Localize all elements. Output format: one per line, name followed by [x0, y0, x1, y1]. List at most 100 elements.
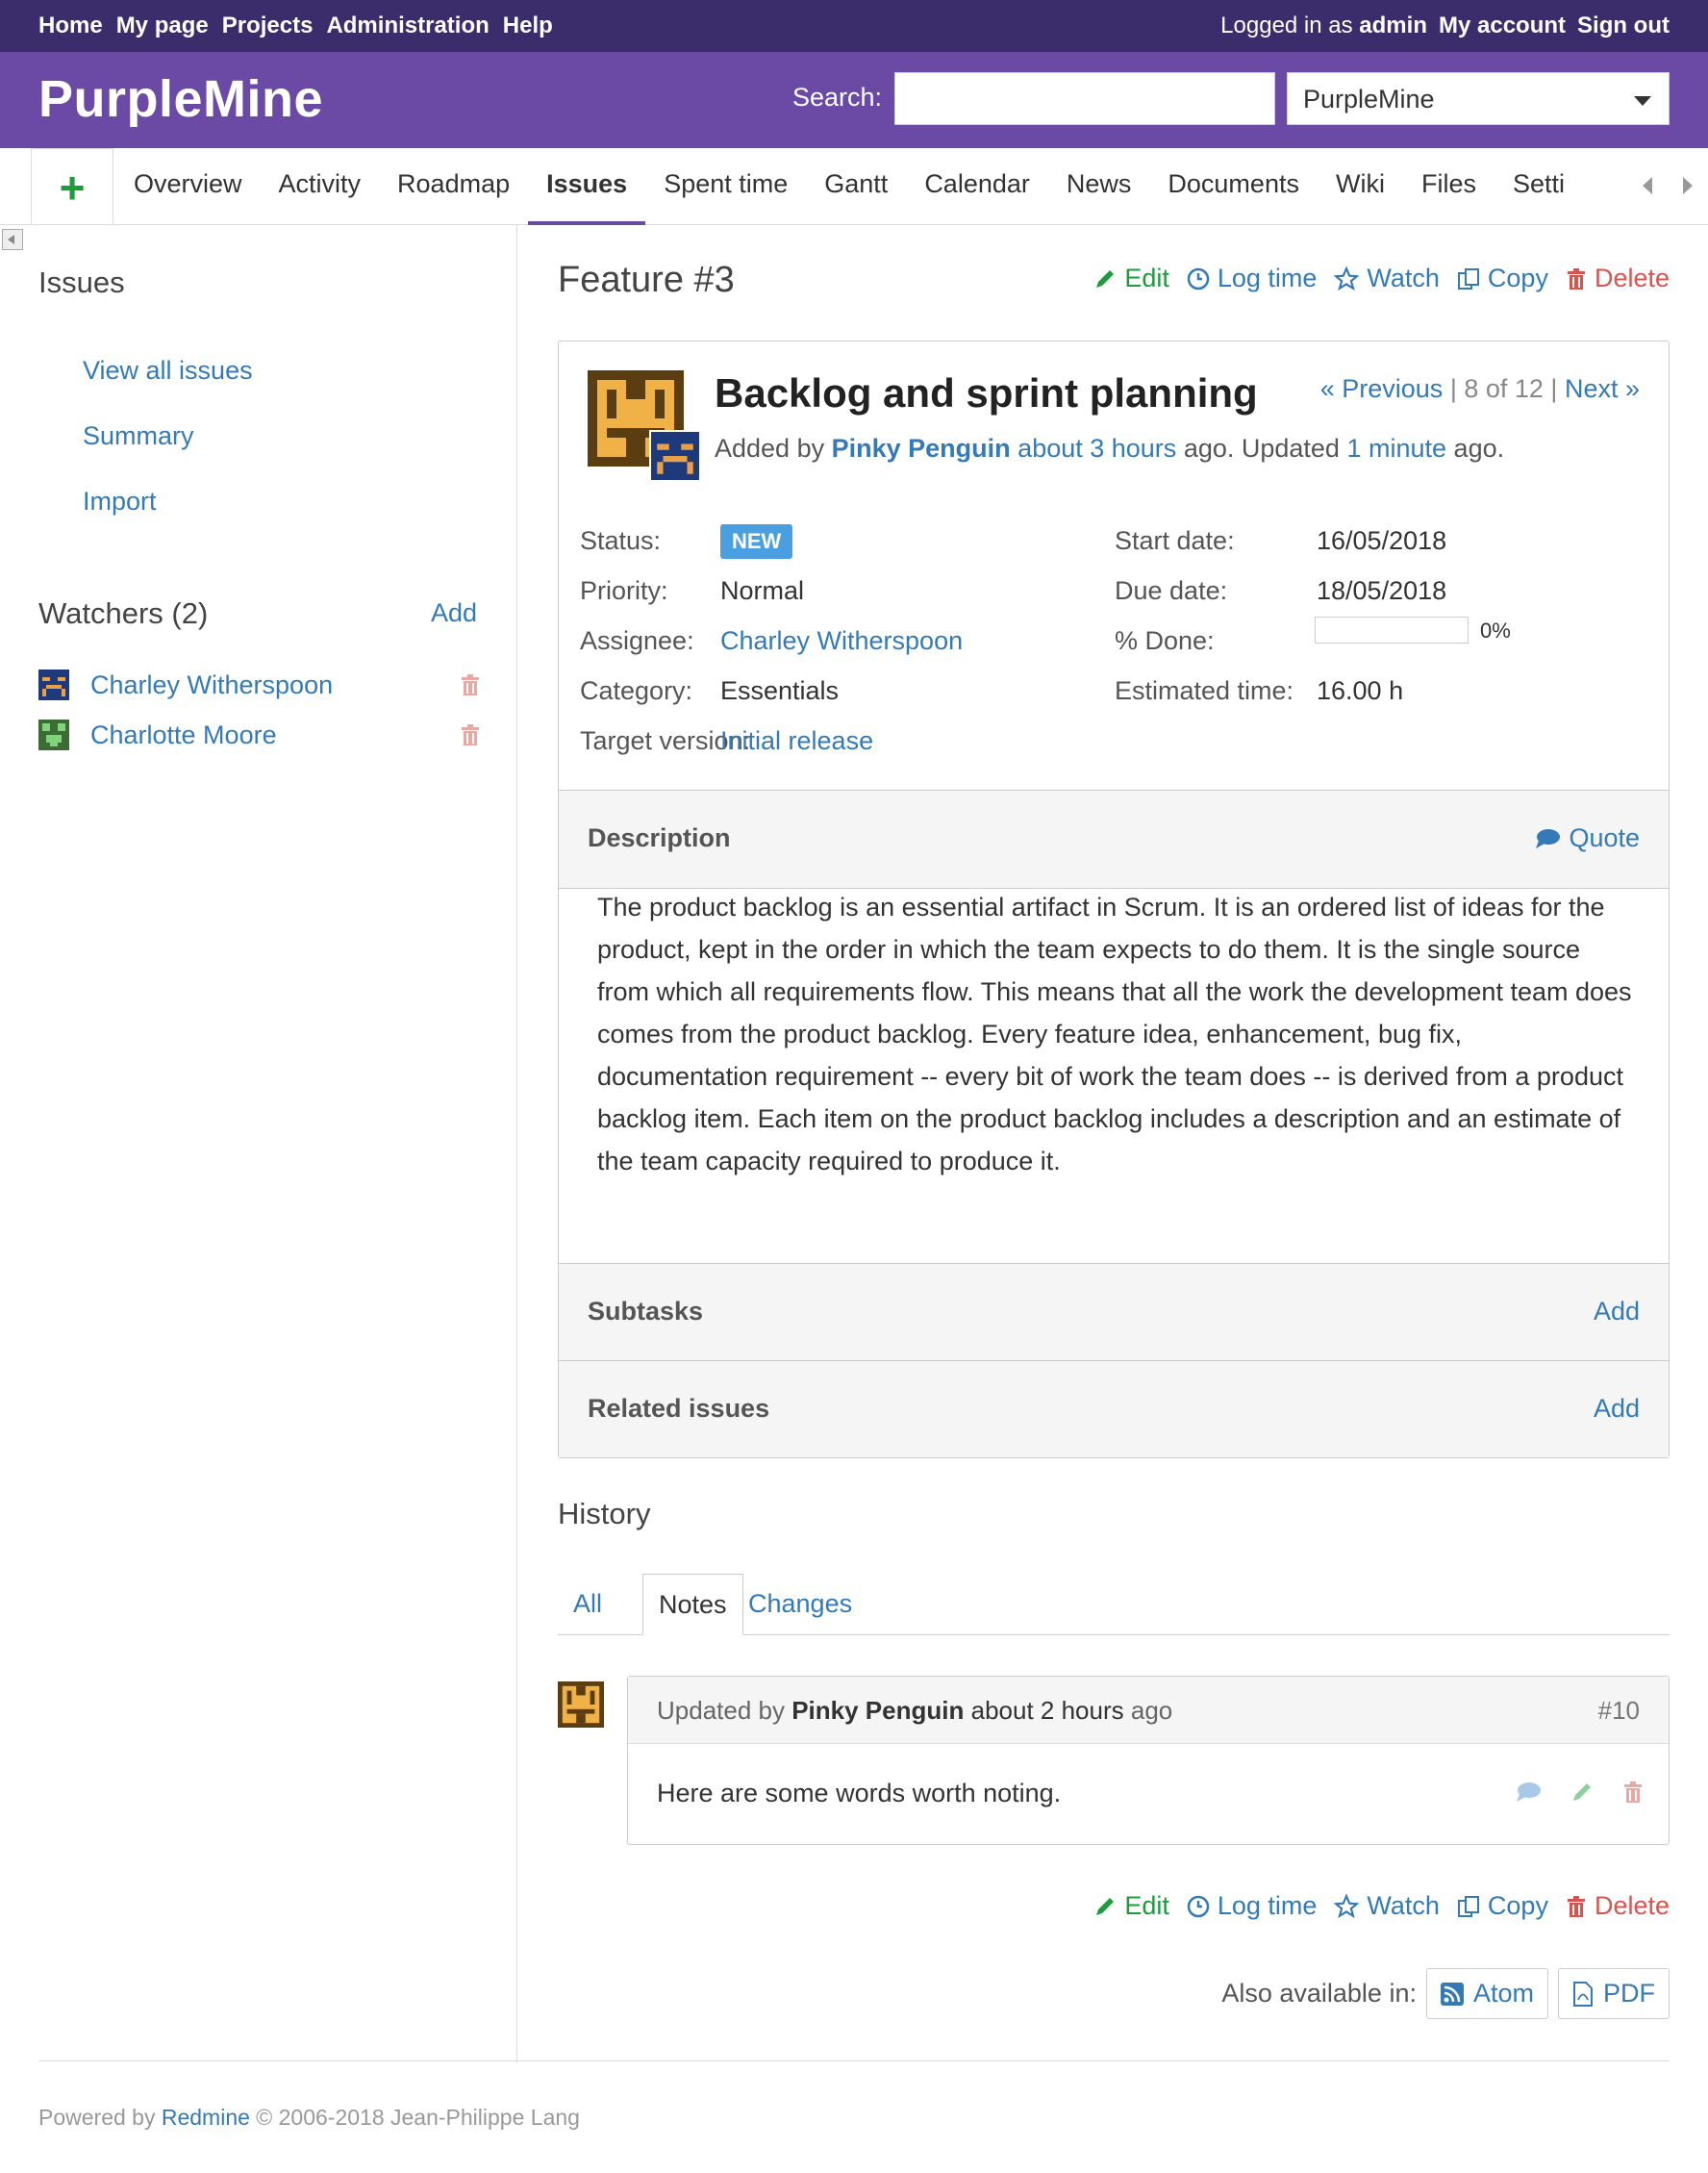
copy-button[interactable]: Copy: [1457, 264, 1548, 293]
tab-files[interactable]: Files: [1403, 148, 1494, 225]
project-tabs: Overview Activity Roadmap Issues Spent t…: [115, 148, 1635, 225]
pdf-file-icon: [1573, 1981, 1593, 2007]
redmine-link[interactable]: Redmine: [162, 2105, 250, 2130]
chevron-down-icon: [1634, 96, 1651, 106]
watch-button[interactable]: Watch: [1334, 1891, 1440, 1921]
journal-number-link[interactable]: #10: [1598, 1696, 1640, 1726]
top-link-projects[interactable]: Projects: [222, 13, 314, 39]
also-available: Also available in: Atom PDF: [1221, 1968, 1670, 2019]
watcher-name[interactable]: Charley Witherspoon: [90, 670, 333, 700]
next-link[interactable]: Next »: [1565, 374, 1640, 403]
top-link-home[interactable]: Home: [38, 13, 103, 39]
issue-actions-top: Edit Log time Watch Copy Delete: [1093, 264, 1670, 293]
logged-in-user[interactable]: admin: [1359, 13, 1427, 38]
tab-calendar[interactable]: Calendar: [906, 148, 1048, 225]
tab-gantt[interactable]: Gantt: [806, 148, 906, 225]
tab-all[interactable]: All: [558, 1574, 617, 1635]
copy-button[interactable]: Copy: [1457, 1891, 1548, 1921]
tab-activity[interactable]: Activity: [261, 148, 380, 225]
watchers-heading: Watchers (2): [38, 596, 209, 630]
category-label: Category:: [580, 676, 693, 705]
trash-icon[interactable]: [1622, 1781, 1644, 1804]
progress-bar: [1315, 617, 1469, 644]
journal-entry: Updated by Pinky Penguin about 2 hours a…: [627, 1676, 1670, 1845]
top-menu-left: Home My page Projects Administration Hel…: [38, 13, 553, 39]
edit-button[interactable]: Edit: [1093, 1891, 1169, 1921]
scroll-left-icon[interactable]: [1643, 177, 1652, 194]
delete-button[interactable]: Delete: [1566, 1891, 1670, 1921]
trash-icon[interactable]: [460, 723, 481, 753]
pdf-button[interactable]: PDF: [1558, 1968, 1670, 2019]
view-all-issues-link[interactable]: View all issues: [83, 356, 253, 386]
sign-out-link[interactable]: Sign out: [1577, 13, 1670, 39]
tab-issues[interactable]: Issues: [528, 148, 646, 225]
scroll-right-icon[interactable]: [1683, 177, 1693, 194]
journal-actions: [1515, 1781, 1644, 1804]
tab-documents[interactable]: Documents: [1149, 148, 1318, 225]
watcher-name[interactable]: Charlotte Moore: [90, 720, 277, 750]
updated-time-link[interactable]: 1 minute: [1346, 434, 1446, 463]
description-title: Description: [588, 823, 731, 852]
subtasks-title: Subtasks: [588, 1297, 704, 1326]
log-time-button[interactable]: Log time: [1187, 264, 1317, 293]
history-tabs: All Notes Changes: [558, 1574, 1670, 1635]
top-link-my-page[interactable]: My page: [116, 13, 209, 39]
summary-link[interactable]: Summary: [83, 421, 194, 451]
log-time-button[interactable]: Log time: [1187, 1891, 1317, 1921]
journal-author-link[interactable]: Pinky Penguin: [791, 1696, 964, 1725]
assignee-label: Assignee:: [580, 626, 694, 655]
pencil-icon: [1096, 269, 1115, 288]
project-title[interactable]: PurpleMine: [38, 69, 323, 129]
watch-button[interactable]: Watch: [1334, 264, 1440, 293]
account-menu: Logged in as admin My account Sign out: [1220, 13, 1670, 39]
author-link[interactable]: Pinky Penguin: [832, 434, 1011, 463]
issue-actions-bottom: Edit Log time Watch Copy Delete: [1093, 1891, 1670, 1921]
tab-spent-time[interactable]: Spent time: [645, 148, 806, 225]
priority-label: Priority:: [580, 576, 668, 605]
tab-overview[interactable]: Overview: [115, 148, 261, 225]
sidebar-issues-heading: Issues: [38, 265, 125, 299]
pencil-icon: [1096, 1897, 1115, 1915]
import-link[interactable]: Import: [83, 487, 157, 517]
add-watcher-link[interactable]: Add: [431, 598, 477, 628]
add-subtask-link[interactable]: Add: [1594, 1297, 1640, 1327]
description-header: Description Quote: [559, 790, 1669, 888]
tab-wiki[interactable]: Wiki: [1318, 148, 1403, 225]
footer: Powered by Redmine © 2006-2018 Jean-Phil…: [38, 2105, 580, 2130]
project-jump-select[interactable]: PurpleMine: [1287, 72, 1670, 125]
clock-icon: [1187, 1895, 1210, 1917]
related-issues-header: Related issues Add: [559, 1360, 1669, 1457]
start-date-label: Start date:: [1115, 526, 1235, 555]
edit-button[interactable]: Edit: [1093, 264, 1169, 293]
tab-settings[interactable]: Setti: [1494, 148, 1583, 225]
top-link-administration[interactable]: Administration: [326, 13, 489, 39]
category-value: Essentials: [720, 676, 840, 705]
search-input[interactable]: [894, 72, 1275, 125]
assignee-link[interactable]: Charley Witherspoon: [720, 626, 963, 656]
my-account-link[interactable]: My account: [1439, 13, 1566, 39]
created-time-link[interactable]: about 3 hours: [1017, 434, 1176, 463]
previous-link[interactable]: « Previous: [1320, 374, 1444, 403]
pencil-icon[interactable]: [1570, 1781, 1594, 1804]
tab-notes[interactable]: Notes: [642, 1574, 743, 1635]
related-issues-title: Related issues: [588, 1394, 770, 1423]
atom-button[interactable]: Atom: [1425, 1968, 1548, 2019]
add-related-issue-link[interactable]: Add: [1594, 1394, 1640, 1424]
quote-button[interactable]: Quote: [1534, 823, 1640, 853]
tab-changes[interactable]: Changes: [733, 1574, 867, 1635]
clock-icon: [1187, 267, 1210, 290]
watcher-item: Charley Witherspoon: [38, 670, 481, 700]
sidebar-collapse-icon[interactable]: [2, 229, 23, 250]
comment-icon: [1536, 828, 1561, 848]
tab-roadmap[interactable]: Roadmap: [379, 148, 528, 225]
top-link-help[interactable]: Help: [503, 13, 553, 39]
journal-time-link[interactable]: about 2 hours: [971, 1696, 1124, 1725]
tab-news[interactable]: News: [1048, 148, 1150, 225]
trash-icon[interactable]: [460, 673, 481, 703]
quote-comment-icon[interactable]: [1515, 1781, 1542, 1804]
target-version-link[interactable]: Initial release: [720, 726, 873, 756]
new-object-button[interactable]: +: [31, 148, 113, 225]
subtasks-header: Subtasks Add: [559, 1263, 1669, 1361]
delete-button[interactable]: Delete: [1566, 264, 1670, 293]
trash-icon: [1567, 1895, 1585, 1917]
